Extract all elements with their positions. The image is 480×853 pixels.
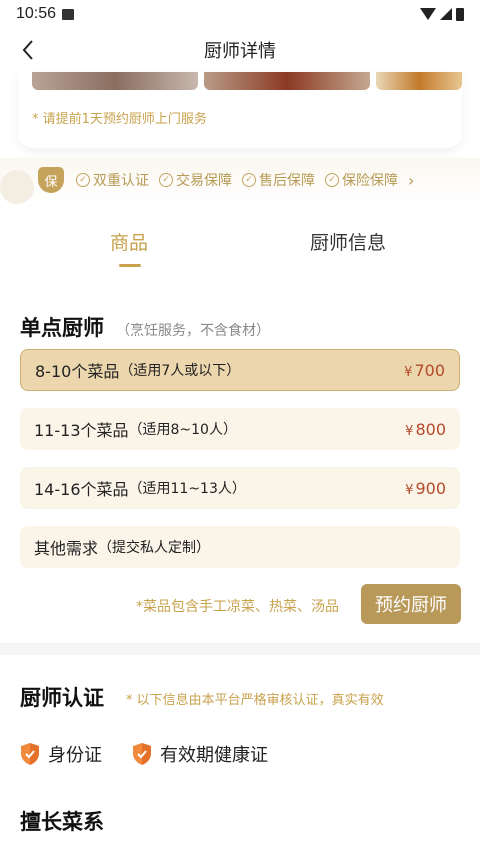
option-price: ¥700 bbox=[404, 361, 445, 380]
dish-photo[interactable] bbox=[376, 72, 462, 90]
package-option-11-13[interactable]: 11-13个菜品 （适用8~10人） ¥800 bbox=[20, 408, 460, 450]
section-divider bbox=[0, 643, 480, 655]
notification-icon bbox=[62, 8, 75, 20]
section-subtitle: （烹饪服务，不含食材） bbox=[116, 323, 270, 339]
guarantee-item: ✓ 交易保障 bbox=[159, 170, 232, 190]
certification-title: 厨师认证 bbox=[20, 686, 104, 710]
check-circle-icon: ✓ bbox=[325, 173, 339, 187]
tab-bar: 商品 厨师信息 bbox=[0, 228, 480, 268]
section-title-text: 单点厨师 bbox=[20, 316, 104, 340]
cert-label: 身份证 bbox=[48, 745, 102, 766]
guarantee-label: 保险保障 bbox=[342, 173, 398, 189]
cert-label: 有效期健康证 bbox=[160, 745, 268, 766]
dish-photo[interactable] bbox=[204, 72, 370, 90]
book-chef-button[interactable]: 预约厨师 bbox=[361, 584, 461, 624]
cert-health-certificate: 有效期健康证 bbox=[132, 741, 268, 767]
package-option-8-10[interactable]: 8-10个菜品 （适用7人或以下） ¥700 bbox=[20, 349, 460, 391]
package-option-14-16[interactable]: 14-16个菜品 （适用11~13人） ¥900 bbox=[20, 467, 460, 509]
check-circle-icon: ✓ bbox=[76, 173, 90, 187]
shield-check-icon bbox=[21, 743, 39, 765]
decorative-circle bbox=[0, 170, 34, 204]
guarantee-bar[interactable]: 保 ✓ 双重认证 ✓ 交易保障 ✓ 售后保障 ✓ 保险保障 › bbox=[0, 158, 480, 204]
guarantee-shield-icon: 保 bbox=[38, 167, 64, 193]
option-note: （适用8~10人） bbox=[128, 422, 237, 438]
price-value: 700 bbox=[414, 360, 445, 380]
signal-icon bbox=[440, 8, 452, 20]
guarantee-item: ✓ 双重认证 bbox=[76, 170, 149, 190]
price-value: 900 bbox=[415, 478, 446, 498]
guarantee-label: 售后保障 bbox=[259, 173, 315, 189]
chevron-right-icon[interactable]: › bbox=[408, 171, 414, 190]
page-title: 厨师详情 bbox=[204, 41, 276, 62]
tab-products[interactable]: 商品 bbox=[110, 228, 148, 255]
guarantee-label: 双重认证 bbox=[93, 173, 149, 189]
dish-includes-note: *菜品包含手工凉菜、热菜、汤品 bbox=[136, 599, 339, 615]
guarantee-label: 交易保障 bbox=[176, 173, 232, 189]
booking-notice: * 请提前1天预约厨师上门服务 bbox=[32, 112, 207, 127]
option-name: 8-10个菜品 bbox=[35, 362, 120, 381]
status-icons bbox=[420, 7, 464, 21]
check-circle-icon: ✓ bbox=[159, 173, 173, 187]
option-name: 11-13个菜品 bbox=[34, 421, 129, 440]
currency-symbol: ¥ bbox=[405, 482, 414, 498]
option-note: （提交私人定制） bbox=[98, 540, 211, 556]
price-value: 800 bbox=[415, 419, 446, 439]
shield-check-icon bbox=[133, 743, 151, 765]
option-name: 14-16个菜品 bbox=[34, 480, 129, 499]
status-time: 10:56 bbox=[16, 5, 57, 22]
wifi-icon bbox=[420, 8, 436, 20]
option-price: ¥800 bbox=[405, 420, 446, 439]
guarantee-item: ✓ 保险保障 bbox=[325, 170, 398, 190]
single-chef-title: 单点厨师 （烹饪服务，不含食材） bbox=[20, 312, 270, 342]
battery-icon bbox=[456, 7, 464, 21]
status-bar: 10:56 bbox=[0, 0, 480, 28]
option-note: （适用11~13人） bbox=[128, 481, 246, 497]
currency-symbol: ¥ bbox=[405, 423, 414, 439]
cert-id-card: 身份证 bbox=[20, 741, 102, 767]
tab-chef-info[interactable]: 厨师信息 bbox=[310, 228, 386, 255]
cuisine-title: 擅长菜系 bbox=[20, 810, 104, 834]
dish-photo[interactable] bbox=[32, 72, 198, 90]
package-option-custom[interactable]: 其他需求 （提交私人定制） bbox=[20, 526, 460, 568]
tab-active-indicator bbox=[119, 264, 141, 267]
option-note: （适用7人或以下） bbox=[119, 363, 241, 379]
chef-photo-card: * 请提前1天预约厨师上门服务 bbox=[18, 72, 462, 148]
guarantee-item: ✓ 售后保障 bbox=[242, 170, 315, 190]
back-button[interactable] bbox=[14, 36, 42, 64]
app-bar: 厨师详情 bbox=[0, 28, 480, 72]
option-name: 其他需求 bbox=[34, 539, 99, 558]
check-circle-icon: ✓ bbox=[242, 173, 256, 187]
option-price: ¥900 bbox=[405, 479, 446, 498]
chevron-left-icon bbox=[22, 40, 33, 60]
currency-symbol: ¥ bbox=[404, 364, 413, 380]
certification-note: * 以下信息由本平台严格审核认证，真实有效 bbox=[126, 693, 384, 708]
